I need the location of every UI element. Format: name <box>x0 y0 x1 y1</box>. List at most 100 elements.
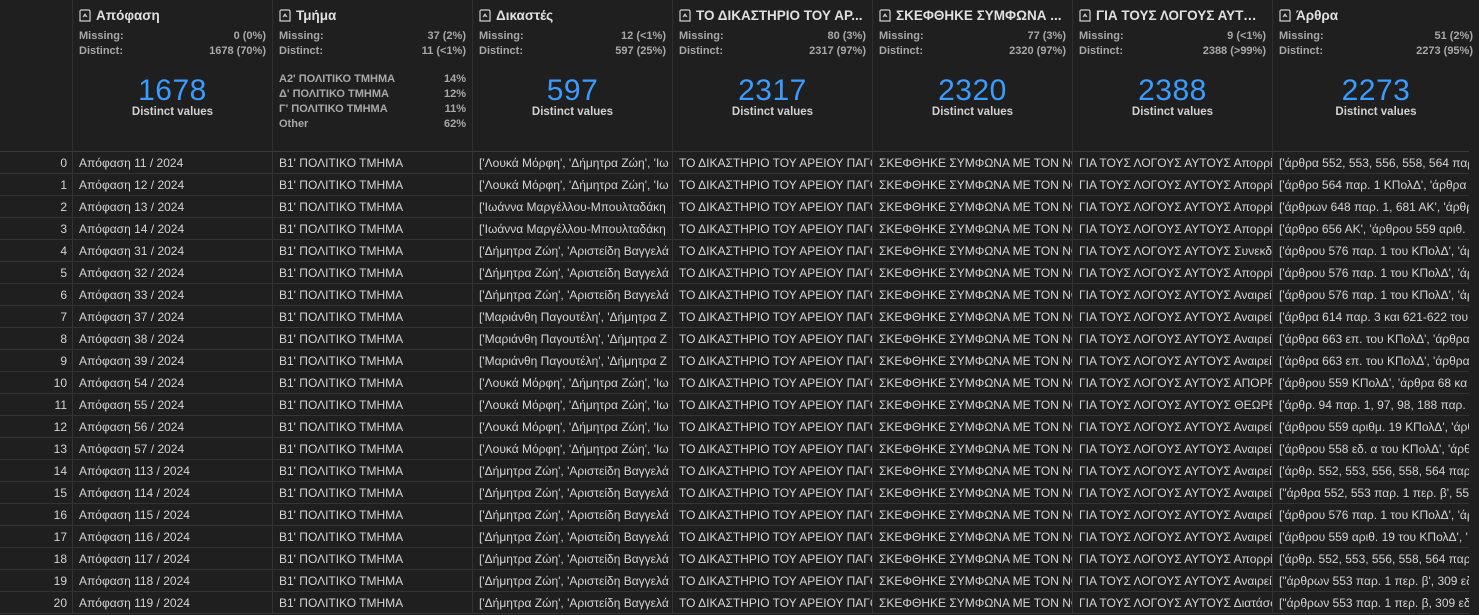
table-cell[interactable]: ['Λουκά Μόρφη', 'Δήμητρα Ζώη', 'Ιω <box>472 416 672 437</box>
table-cell[interactable]: ['άρθρα 552, 553, 556, 558, 564 παρ <box>1272 152 1479 173</box>
table-row[interactable]: 4 Απόφαση 31 / 2024 Β1' ΠΟΛΙΤΙΚΟ ΤΜΗΜΑ ['Δή… <box>0 240 1479 262</box>
table-row[interactable]: 3 Απόφαση 14 / 2024 Β1' ΠΟΛΙΤΙΚΟ ΤΜΗΜΑ ['Ιω… <box>0 218 1479 240</box>
table-cell[interactable]: ['Λουκά Μόρφη', 'Δήμητρα Ζώη', 'Ιω <box>472 372 672 393</box>
table-cell[interactable]: ['άρθρ. 552, 553, 556, 558, 564 παρ.3 <box>1272 548 1479 569</box>
table-cell[interactable]: ["άρθρων 553 παρ. 1 περ. β, 309 εδ. <box>1272 592 1479 613</box>
table-cell[interactable]: ΤΟ ΔΙΚΑΣΤΗΡΙΟ ΤΟΥ ΑΡΕΙΟΥ ΠΑΓΟΥ <box>672 152 872 173</box>
table-cell[interactable]: Β1' ΠΟΛΙΤΙΚΟ ΤΜΗΜΑ <box>272 328 472 349</box>
table-cell[interactable]: Β1' ΠΟΛΙΤΙΚΟ ΤΜΗΜΑ <box>272 284 472 305</box>
table-cell[interactable]: ΓΙΑ ΤΟΥΣ ΛΟΓΟΥΣ ΑΥΤΟΥΣ Αναιρεί τ <box>1072 306 1272 327</box>
table-cell[interactable]: ['Δήμητρα Ζώη', 'Αριστείδη Βαγγελά <box>472 262 672 283</box>
table-row[interactable]: 16 Απόφαση 115 / 2024 Β1' ΠΟΛΙΤΙΚΟ ΤΜΗΜΑ ['… <box>0 504 1479 526</box>
table-cell[interactable]: ΣΚΕΦΘΗΚΕ ΣΥΜΦΩΝΑ ΜΕ ΤΟΝ ΝΟΜ <box>872 592 1072 613</box>
table-cell[interactable]: Απόφαση 31 / 2024 <box>72 240 272 261</box>
table-cell[interactable]: ['Δήμητρα Ζώη', 'Αριστείδη Βαγγελά <box>472 592 672 613</box>
table-cell[interactable]: ΤΟ ΔΙΚΑΣΤΗΡΙΟ ΤΟΥ ΑΡΕΙΟΥ ΠΑΓΟΥ <box>672 372 872 393</box>
table-row[interactable]: 18 Απόφαση 117 / 2024 Β1' ΠΟΛΙΤΙΚΟ ΤΜΗΜΑ ['… <box>0 548 1479 570</box>
table-cell[interactable]: ΤΟ ΔΙΚΑΣΤΗΡΙΟ ΤΟΥ ΑΡΕΙΟΥ ΠΑΓΟΥ <box>672 592 872 613</box>
table-cell[interactable]: ['άρθρο 656 ΑΚ', 'άρθρου 559 αριθ. <box>1272 218 1479 239</box>
table-cell[interactable]: ['άρθρου 576 παρ. 1 του ΚΠολΔ', 'άρ <box>1272 504 1479 525</box>
table-cell[interactable]: Απόφαση 38 / 2024 <box>72 328 272 349</box>
table-cell[interactable]: Απόφαση 55 / 2024 <box>72 394 272 415</box>
column-header[interactable]: ΓΙΑ ΤΟΥΣ ΛΟΓΟΥΣ ΑΥΤΟΥΣ Missing: 9 (<1%) Dis… <box>1072 0 1272 151</box>
table-cell[interactable]: ΣΚΕΦΘΗΚΕ ΣΥΜΦΩΝΑ ΜΕ ΤΟΝ ΝΟΜ <box>872 328 1072 349</box>
table-cell[interactable]: ΣΚΕΦΘΗΚΕ ΣΥΜΦΩΝΑ ΜΕ ΤΟΝ ΝΟΜ <box>872 240 1072 261</box>
table-cell[interactable]: ΣΚΕΦΘΗΚΕ ΣΥΜΦΩΝΑ ΜΕ ΤΟΝ ΝΟΜ <box>872 196 1072 217</box>
table-row[interactable]: 12 Απόφαση 56 / 2024 Β1' ΠΟΛΙΤΙΚΟ ΤΜΗΜΑ ['Λ… <box>0 416 1479 438</box>
table-row[interactable]: 11 Απόφαση 55 / 2024 Β1' ΠΟΛΙΤΙΚΟ ΤΜΗΜΑ ['Λ… <box>0 394 1479 416</box>
table-cell[interactable]: Β1' ΠΟΛΙΤΙΚΟ ΤΜΗΜΑ <box>272 548 472 569</box>
table-cell[interactable]: ΣΚΕΦΘΗΚΕ ΣΥΜΦΩΝΑ ΜΕ ΤΟΝ ΝΟΜ <box>872 526 1072 547</box>
table-row[interactable]: 9 Απόφαση 39 / 2024 Β1' ΠΟΛΙΤΙΚΟ ΤΜΗΜΑ ['Μα… <box>0 350 1479 372</box>
table-cell[interactable]: ΓΙΑ ΤΟΥΣ ΛΟΓΟΥΣ ΑΥΤΟΥΣ Αναιρεί τ <box>1072 504 1272 525</box>
table-cell[interactable]: ΤΟ ΔΙΚΑΣΤΗΡΙΟ ΤΟΥ ΑΡΕΙΟΥ ΠΑΓΟΥ <box>672 306 872 327</box>
table-cell[interactable]: Β1' ΠΟΛΙΤΙΚΟ ΤΜΗΜΑ <box>272 262 472 283</box>
table-cell[interactable]: Β1' ΠΟΛΙΤΙΚΟ ΤΜΗΜΑ <box>272 350 472 371</box>
table-cell[interactable]: ΤΟ ΔΙΚΑΣΤΗΡΙΟ ΤΟΥ ΑΡΕΙΟΥ ΠΑΓΟΥ <box>672 350 872 371</box>
table-cell[interactable]: ['άρθρα 663 επ. του ΚΠολΔ', 'άρθρα <box>1272 350 1479 371</box>
table-row[interactable]: 15 Απόφαση 114 / 2024 Β1' ΠΟΛΙΤΙΚΟ ΤΜΗΜΑ ['… <box>0 482 1479 504</box>
column-title[interactable]: Τμήμα <box>279 6 466 24</box>
table-cell[interactable]: ΤΟ ΔΙΚΑΣΤΗΡΙΟ ΤΟΥ ΑΡΕΙΟΥ ΠΑΓΟΥ <box>672 438 872 459</box>
table-cell[interactable]: ΤΟ ΔΙΚΑΣΤΗΡΙΟ ΤΟΥ ΑΡΕΙΟΥ ΠΑΓΟΥ <box>672 218 872 239</box>
table-cell[interactable]: ΓΙΑ ΤΟΥΣ ΛΟΓΟΥΣ ΑΥΤΟΥΣ Απορρίπ <box>1072 174 1272 195</box>
table-cell[interactable]: ['Λουκά Μόρφη', 'Δήμητρα Ζώη', 'Ιω <box>472 438 672 459</box>
table-cell[interactable]: ΣΚΕΦΘΗΚΕ ΣΥΜΦΩΝΑ ΜΕ ΤΟΝ ΝΟΜ <box>872 460 1072 481</box>
table-cell[interactable]: ΓΙΑ ΤΟΥΣ ΛΟΓΟΥΣ ΑΥΤΟΥΣ Αναιρεί τ <box>1072 526 1272 547</box>
table-row[interactable]: 2 Απόφαση 13 / 2024 Β1' ΠΟΛΙΤΙΚΟ ΤΜΗΜΑ ['Ιω… <box>0 196 1479 218</box>
table-cell[interactable]: ['Λουκά Μόρφη', 'Δήμητρα Ζώη', 'Ιω <box>472 394 672 415</box>
table-row[interactable]: 6 Απόφαση 33 / 2024 Β1' ΠΟΛΙΤΙΚΟ ΤΜΗΜΑ ['Δή… <box>0 284 1479 306</box>
table-cell[interactable]: Απόφαση 12 / 2024 <box>72 174 272 195</box>
table-cell[interactable]: ΣΚΕΦΘΗΚΕ ΣΥΜΦΩΝΑ ΜΕ ΤΟΝ ΝΟΜ <box>872 438 1072 459</box>
table-cell[interactable]: Β1' ΠΟΛΙΤΙΚΟ ΤΜΗΜΑ <box>272 416 472 437</box>
table-cell[interactable]: ['Μαριάνθη Παγουτέλη', 'Δήμητρα Ζ <box>472 306 672 327</box>
table-cell[interactable]: ['άρθρο 564 παρ. 1 ΚΠολΔ', 'άρθρα <box>1272 174 1479 195</box>
table-cell[interactable]: Β1' ΠΟΛΙΤΙΚΟ ΤΜΗΜΑ <box>272 394 472 415</box>
table-cell[interactable]: Απόφαση 119 / 2024 <box>72 592 272 613</box>
table-cell[interactable]: ['άρθρου 559 αριθ. 19 του ΚΠολΔ', ' <box>1272 526 1479 547</box>
table-cell[interactable]: ΓΙΑ ΤΟΥΣ ΛΟΓΟΥΣ ΑΥΤΟΥΣ Αναιρεί τ <box>1072 284 1272 305</box>
table-cell[interactable]: ΣΚΕΦΘΗΚΕ ΣΥΜΦΩΝΑ ΜΕ ΤΟΝ ΝΟΜ <box>872 372 1072 393</box>
column-header[interactable]: ΤΟ ΔΙΚΑΣΤΗΡΙΟ ΤΟΥ ΑΡ... Missing: 80 (3%) Di… <box>672 0 872 151</box>
table-cell[interactable]: ΣΚΕΦΘΗΚΕ ΣΥΜΦΩΝΑ ΜΕ ΤΟΝ ΝΟΜ <box>872 174 1072 195</box>
table-cell[interactable]: ΤΟ ΔΙΚΑΣΤΗΡΙΟ ΤΟΥ ΑΡΕΙΟΥ ΠΑΓΟΥ <box>672 262 872 283</box>
table-cell[interactable]: ['Δήμητρα Ζώη', 'Αριστείδη Βαγγελά <box>472 526 672 547</box>
table-cell[interactable]: ['άρθρα 614 παρ. 3 και 621-622 του <box>1272 306 1479 327</box>
table-cell[interactable]: ['άρθρου 576 παρ. 1 του ΚΠολΔ', 'άρ <box>1272 284 1479 305</box>
table-cell[interactable]: ΓΙΑ ΤΟΥΣ ΛΟΓΟΥΣ ΑΥΤΟΥΣ Αναιρεί τ <box>1072 460 1272 481</box>
table-cell[interactable]: Β1' ΠΟΛΙΤΙΚΟ ΤΜΗΜΑ <box>272 438 472 459</box>
table-cell[interactable]: ΤΟ ΔΙΚΑΣΤΗΡΙΟ ΤΟΥ ΑΡΕΙΟΥ ΠΑΓΟΥ <box>672 460 872 481</box>
table-row[interactable]: 1 Απόφαση 12 / 2024 Β1' ΠΟΛΙΤΙΚΟ ΤΜΗΜΑ ['Λο… <box>0 174 1479 196</box>
table-cell[interactable]: ['άρθρου 576 παρ. 1 του ΚΠολΔ', 'άρ <box>1272 262 1479 283</box>
table-cell[interactable]: Απόφαση 113 / 2024 <box>72 460 272 481</box>
table-cell[interactable]: ΓΙΑ ΤΟΥΣ ΛΟΓΟΥΣ ΑΥΤΟΥΣ Απορρίπ <box>1072 152 1272 173</box>
table-cell[interactable]: Απόφαση 114 / 2024 <box>72 482 272 503</box>
column-title[interactable]: ΣΚΕΦΘΗΚΕ ΣΥΜΦΩΝΑ ... <box>879 6 1066 24</box>
table-cell[interactable]: Β1' ΠΟΛΙΤΙΚΟ ΤΜΗΜΑ <box>272 592 472 613</box>
table-cell[interactable]: ΣΚΕΦΘΗΚΕ ΣΥΜΦΩΝΑ ΜΕ ΤΟΝ ΝΟΜ <box>872 394 1072 415</box>
table-cell[interactable]: ΤΟ ΔΙΚΑΣΤΗΡΙΟ ΤΟΥ ΑΡΕΙΟΥ ΠΑΓΟΥ <box>672 328 872 349</box>
table-cell[interactable]: ΣΚΕΦΘΗΚΕ ΣΥΜΦΩΝΑ ΜΕ ΤΟΝ ΝΟΜ <box>872 350 1072 371</box>
table-cell[interactable]: ΓΙΑ ΤΟΥΣ ΛΟΓΟΥΣ ΑΥΤΟΥΣ ΑΠΟΡΡΙΠ <box>1072 372 1272 393</box>
table-row[interactable]: 19 Απόφαση 118 / 2024 Β1' ΠΟΛΙΤΙΚΟ ΤΜΗΜΑ ['… <box>0 570 1479 592</box>
column-header[interactable]: Δικαστές Missing: 12 (<1%) Distinct: 597 (25… <box>472 0 672 151</box>
column-title[interactable]: ΤΟ ΔΙΚΑΣΤΗΡΙΟ ΤΟΥ ΑΡ... <box>679 6 866 24</box>
table-cell[interactable]: ΣΚΕΦΘΗΚΕ ΣΥΜΦΩΝΑ ΜΕ ΤΟΝ ΝΟΜ <box>872 482 1072 503</box>
table-cell[interactable]: ΤΟ ΔΙΚΑΣΤΗΡΙΟ ΤΟΥ ΑΡΕΙΟΥ ΠΑΓΟΥ <box>672 196 872 217</box>
table-cell[interactable]: Β1' ΠΟΛΙΤΙΚΟ ΤΜΗΜΑ <box>272 196 472 217</box>
table-cell[interactable]: ΓΙΑ ΤΟΥΣ ΛΟΓΟΥΣ ΑΥΤΟΥΣ Αναιρεί α <box>1072 416 1272 437</box>
table-cell[interactable]: ΤΟ ΔΙΚΑΣΤΗΡΙΟ ΤΟΥ ΑΡΕΙΟΥ ΠΑΓΟΥ <box>672 548 872 569</box>
table-cell[interactable]: Απόφαση 56 / 2024 <box>72 416 272 437</box>
table-cell[interactable]: ['Δήμητρα Ζώη', 'Αριστείδη Βαγγελά <box>472 460 672 481</box>
table-cell[interactable]: Β1' ΠΟΛΙΤΙΚΟ ΤΜΗΜΑ <box>272 482 472 503</box>
table-cell[interactable]: ['Ιωάννα Μαργέλλου-Μπουλταδάκη <box>472 196 672 217</box>
table-cell[interactable]: Β1' ΠΟΛΙΤΙΚΟ ΤΜΗΜΑ <box>272 218 472 239</box>
table-cell[interactable]: ΣΚΕΦΘΗΚΕ ΣΥΜΦΩΝΑ ΜΕ ΤΟΝ ΝΟΜ <box>872 548 1072 569</box>
table-cell[interactable]: ΣΚΕΦΘΗΚΕ ΣΥΜΦΩΝΑ ΜΕ ΤΟΝ ΝΟΜ <box>872 284 1072 305</box>
table-cell[interactable]: ΓΙΑ ΤΟΥΣ ΛΟΓΟΥΣ ΑΥΤΟΥΣ Απορρίπ <box>1072 548 1272 569</box>
column-header[interactable]: Τμήμα Missing: 37 (2%) Distinct: 11 (<1%) Α2'… <box>272 0 472 151</box>
table-cell[interactable]: ΓΙΑ ΤΟΥΣ ΛΟΓΟΥΣ ΑΥΤΟΥΣ Απορρίπ <box>1072 262 1272 283</box>
table-cell[interactable]: ['Δήμητρα Ζώη', 'Αριστείδη Βαγγελά <box>472 548 672 569</box>
table-cell[interactable]: Απόφαση 37 / 2024 <box>72 306 272 327</box>
table-row[interactable]: 10 Απόφαση 54 / 2024 Β1' ΠΟΛΙΤΙΚΟ ΤΜΗΜΑ ['Λ… <box>0 372 1479 394</box>
